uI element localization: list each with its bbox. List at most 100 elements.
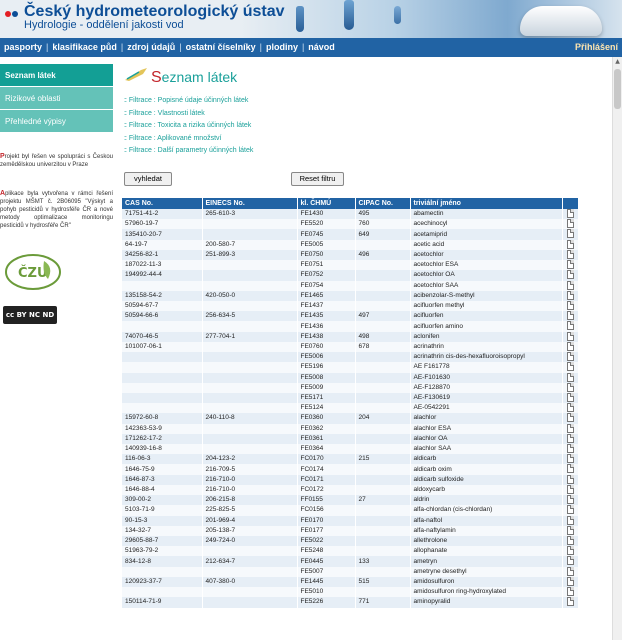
document-icon[interactable] [566, 433, 574, 443]
table-row[interactable]: 135158-54-2 420-050-0 FE1465 acibenzolar-S-… [122, 290, 579, 301]
table-row[interactable]: 120923-37-7 407-380-0 FE1445 515 amidosulfur… [122, 576, 579, 588]
table-row[interactable]: 194992-44-4 FE0752 acetochlor OA [122, 270, 579, 281]
document-icon[interactable] [566, 587, 574, 597]
czu-logo-icon[interactable]: ČZU [4, 253, 62, 291]
document-icon[interactable] [566, 392, 574, 402]
document-icon[interactable] [566, 362, 574, 372]
nav-item[interactable]: klasifikace půd [52, 42, 117, 52]
sidebar-item-substances[interactable]: Seznam látek [0, 64, 113, 87]
document-icon[interactable] [566, 300, 574, 310]
document-icon[interactable] [566, 454, 574, 464]
table-row[interactable]: 1646-87-3 216-710-0 FC0171 aldicarb sulfoxi… [122, 474, 579, 485]
scroll-up-arrow-icon[interactable]: ▲ [613, 57, 622, 67]
table-row[interactable]: 50594-66-6 256-634-5 FE1435 497 acifluorfen [122, 311, 579, 322]
table-row[interactable]: 74070-46-5 277-704-1 FE1438 498 aclonifen [122, 331, 579, 342]
login-link[interactable]: Přihlášení [575, 42, 618, 52]
table-row[interactable]: 116-06-3 204-123-2 FC0170 215 aldicarb [122, 454, 579, 465]
cc-license-icon[interactable]: cc BY NC ND [3, 306, 57, 324]
column-header-chmu-class[interactable]: kl. ČHMÚ [297, 198, 356, 209]
filter-link-descriptive[interactable]: :: Filtrace : Popisné údaje účinných láte… [124, 97, 424, 110]
table-row[interactable]: 57960-19-7 FE5520 760 acechinocyl [122, 219, 579, 230]
scroll-thumb[interactable] [614, 69, 621, 109]
table-row[interactable]: 5103-71-9 225-825-5 FC0156 alfa-chlordan (c… [122, 505, 579, 516]
document-icon[interactable] [566, 229, 574, 239]
nav-item[interactable]: plodiny [266, 42, 298, 52]
filter-link-toxicity[interactable]: :: Filtrace : Toxicita a rizika účinných … [124, 122, 424, 135]
table-row[interactable]: FE5008 AE-F101630 [122, 372, 579, 383]
document-icon[interactable] [566, 321, 574, 331]
nav-item[interactable]: ostatní číselníky [186, 42, 256, 52]
document-icon[interactable] [566, 566, 574, 576]
table-row[interactable]: 90-15-3 201-969-4 FE0170 alfa-naftol [122, 515, 579, 526]
nav-item[interactable]: návod [308, 42, 335, 52]
document-icon[interactable] [566, 546, 574, 556]
document-icon[interactable] [566, 576, 574, 586]
document-icon[interactable] [566, 239, 574, 249]
filter-link-applied-amount[interactable]: :: Filtrace : Aplikované množství [124, 135, 424, 148]
table-row[interactable]: FE1436 acifluorfen amino [122, 321, 579, 332]
table-row[interactable]: 101007-06-1 FE0760 678 acrinathrin [122, 341, 579, 353]
nav-item[interactable]: zdroj údajů [127, 42, 175, 52]
document-icon[interactable] [566, 536, 574, 545]
table-row[interactable]: 142363-53-9 FE0362 alachlor ESA [122, 423, 579, 434]
document-icon[interactable] [566, 515, 574, 525]
table-row[interactable]: 29605-88-7 249-724-0 FE5022 allethrolone [122, 536, 579, 547]
table-row[interactable]: FE5010 amidosulfuron ring-hydroxylated [122, 587, 579, 598]
document-icon[interactable] [566, 352, 574, 362]
column-header-trivial-name[interactable]: triviální jméno [410, 198, 563, 209]
table-row[interactable]: 135410-20-7 FE0745 649 acetamiprid [122, 229, 579, 240]
document-icon[interactable] [566, 597, 574, 607]
table-row[interactable]: FE0754 acetochlor SAA [122, 280, 579, 291]
table-row[interactable]: 150114-71-9 FE5226 771 aminopyralid [122, 597, 579, 608]
filter-link-other-params[interactable]: :: Filtrace : Další parametry účinných lá… [124, 147, 424, 160]
document-icon[interactable] [566, 444, 574, 454]
sidebar-item-risk-areas[interactable]: Rizikové oblasti [0, 87, 113, 110]
table-row[interactable]: FE5196 AE F161778 [122, 362, 579, 373]
document-icon[interactable] [566, 280, 574, 290]
document-icon[interactable] [566, 219, 574, 229]
document-icon[interactable] [566, 484, 574, 494]
table-row[interactable]: FE5007 ametryne desethyl [122, 566, 579, 577]
reset-filter-button[interactable]: Reset filtru [291, 172, 344, 186]
search-button[interactable]: vyhledat [124, 172, 172, 186]
table-row[interactable]: 140939-16-8 FE0364 alachlor SAA [122, 444, 579, 455]
table-row[interactable]: 1646-75-9 216-709-5 FC0174 aldicarb oxim [122, 464, 579, 475]
table-row[interactable]: 1646-88-4 216-710-0 FC0172 aldoxycarb [122, 484, 579, 496]
table-row[interactable]: 51963-79-2 FE5248 allophanate [122, 546, 579, 557]
document-icon[interactable] [566, 311, 574, 321]
document-icon[interactable] [566, 556, 574, 566]
column-header-einecs[interactable]: EINECS No. [202, 198, 298, 209]
document-icon[interactable] [566, 495, 574, 505]
column-header-cas[interactable]: CAS No. [122, 198, 203, 209]
table-row[interactable]: FE5124 AE-0542291 [122, 403, 579, 414]
table-row[interactable]: FE5171 AE-F130619 [122, 392, 579, 404]
table-row[interactable]: 15972-60-8 240-110-8 FE0360 204 alachlor [122, 413, 579, 424]
sidebar-item-overviews[interactable]: Přehledné výpisy [0, 110, 113, 133]
document-icon[interactable] [566, 525, 574, 535]
document-icon[interactable] [566, 413, 574, 423]
table-row[interactable]: 34256-82-1 251-899-3 FE0750 496 acetochlor [122, 249, 579, 261]
table-row[interactable]: 187022-11-3 FE0751 acetochlor ESA [122, 260, 579, 271]
table-row[interactable]: 171262-17-2 FE0361 alachlor OA [122, 433, 579, 445]
document-icon[interactable] [566, 260, 574, 270]
document-icon[interactable] [566, 372, 574, 382]
nav-item[interactable]: pasporty [4, 42, 42, 52]
document-icon[interactable] [566, 270, 574, 280]
table-row[interactable]: 134-32-7 205-138-7 FE0177 alfa-naftylamin [122, 525, 579, 536]
document-icon[interactable] [566, 209, 574, 218]
table-row[interactable]: 71751-41-2 265-610-3 FE1430 495 abamectin [122, 209, 579, 220]
document-icon[interactable] [566, 505, 574, 515]
document-icon[interactable] [566, 341, 574, 351]
document-icon[interactable] [566, 464, 574, 474]
document-icon[interactable] [566, 423, 574, 433]
table-row[interactable]: FE5006 acrinathrin cis-des-hexafluoroisop… [122, 352, 579, 363]
document-icon[interactable] [566, 249, 574, 259]
document-icon[interactable] [566, 382, 574, 392]
document-icon[interactable] [566, 290, 574, 300]
table-row[interactable]: FE5009 AE-F128870 [122, 382, 579, 393]
table-row[interactable]: 64-19-7 200-580-7 FE5005 acetic acid [122, 239, 579, 250]
table-row[interactable]: 834-12-8 212-634-7 FE0445 133 ametryn [122, 556, 579, 567]
document-icon[interactable] [566, 474, 574, 484]
filter-link-properties[interactable]: :: Filtrace : Vlastnosti látek [124, 110, 424, 123]
page-scrollbar[interactable]: ▲ [612, 57, 622, 640]
